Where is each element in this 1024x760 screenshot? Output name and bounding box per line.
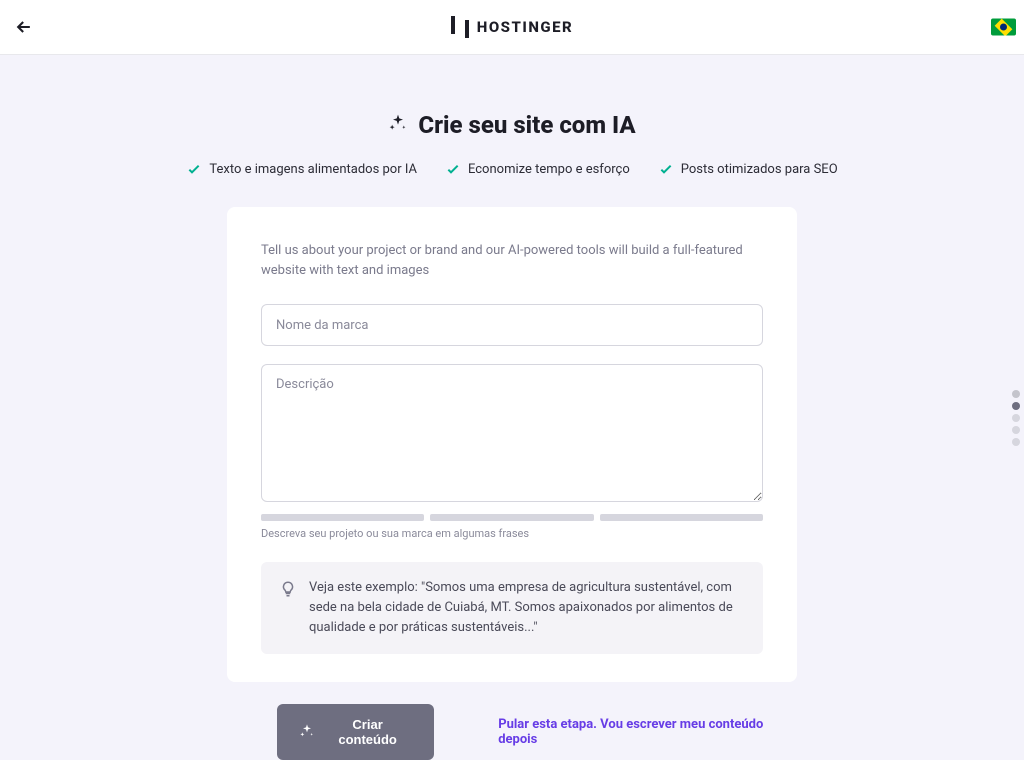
strength-bar	[261, 514, 424, 521]
progress-dot[interactable]	[1012, 414, 1020, 422]
progress-dot[interactable]	[1012, 438, 1020, 446]
feature-label: Posts otimizados para SEO	[681, 162, 838, 177]
check-icon	[186, 161, 202, 177]
app-header: HOSTINGER	[0, 0, 1024, 55]
form-card: Tell us about your project or brand and …	[227, 207, 797, 682]
feature-list: Texto e imagens alimentados por IA Econo…	[0, 161, 1024, 177]
feature-label: Economize tempo e esforço	[468, 162, 630, 177]
description-textarea[interactable]	[261, 364, 763, 502]
intro-text: Tell us about your project or brand and …	[261, 241, 763, 280]
strength-bar	[600, 514, 763, 521]
brand-name-input[interactable]	[261, 304, 763, 346]
lightbulb-icon	[279, 580, 297, 638]
actions-row: Criar conteúdo Pular esta etapa. Vou esc…	[227, 704, 797, 760]
page-title-wrap: Crie seu site com IA	[0, 111, 1024, 139]
create-content-button[interactable]: Criar conteúdo	[277, 704, 434, 760]
progress-dot[interactable]	[1012, 426, 1020, 434]
check-icon	[445, 161, 461, 177]
wizard-progress	[1012, 390, 1020, 446]
tip-text: Veja este exemplo: "Somos uma empresa de…	[309, 578, 745, 638]
locale-flag-br[interactable]	[991, 19, 1016, 36]
brand-logo: HOSTINGER	[451, 16, 573, 38]
arrow-left-icon	[14, 17, 34, 37]
progress-dot[interactable]	[1012, 402, 1020, 410]
brand-logo-mark	[451, 16, 469, 38]
sparkles-icon	[388, 113, 408, 137]
feature-item: Posts otimizados para SEO	[658, 161, 838, 177]
page-title: Crie seu site com IA	[418, 111, 635, 139]
feature-item: Economize tempo e esforço	[445, 161, 630, 177]
feature-label: Texto e imagens alimentados por IA	[209, 162, 417, 177]
helper-text: Descreva seu projeto ou sua marca em alg…	[261, 527, 763, 540]
feature-item: Texto e imagens alimentados por IA	[186, 161, 417, 177]
strength-meter	[261, 514, 763, 521]
progress-dot[interactable]	[1012, 390, 1020, 398]
sparkles-icon	[299, 723, 315, 742]
strength-bar	[430, 514, 593, 521]
button-label: Criar conteúdo	[323, 717, 412, 747]
brand-logo-text: HOSTINGER	[477, 18, 573, 36]
back-button[interactable]	[8, 11, 40, 43]
check-icon	[658, 161, 674, 177]
skip-link[interactable]: Pular esta etapa. Vou escrever meu conte…	[498, 717, 797, 747]
tip-box: Veja este exemplo: "Somos uma empresa de…	[261, 562, 763, 654]
